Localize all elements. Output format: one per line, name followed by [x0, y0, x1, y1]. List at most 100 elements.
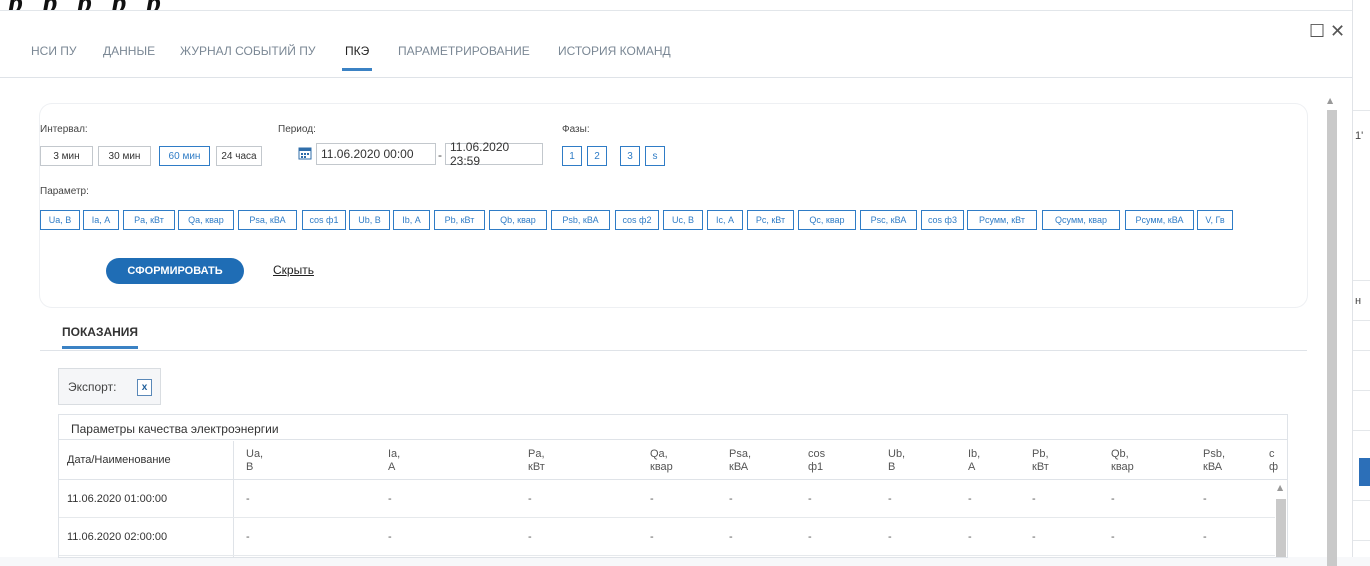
- interval-3min-button[interactable]: 3 мин: [40, 146, 93, 166]
- table-cell: -: [388, 493, 392, 505]
- table-cell: -: [528, 531, 532, 543]
- excel-export-icon[interactable]: x: [137, 379, 152, 396]
- table-cell: -: [1111, 531, 1115, 543]
- param-button[interactable]: cos ф3: [921, 210, 964, 230]
- calendar-icon[interactable]: [298, 146, 312, 160]
- interval-30min-button[interactable]: 30 мин: [98, 146, 151, 166]
- background-highlight: [1359, 458, 1370, 486]
- phase-3-button[interactable]: 3: [620, 146, 640, 166]
- table-cell: -: [1111, 493, 1115, 505]
- background-page-header: р р р р р: [0, 0, 1370, 10]
- column-header[interactable]: cф: [1269, 441, 1279, 480]
- column-header[interactable]: Ua, В: [246, 441, 346, 480]
- background-right-strip: 1' н: [1352, 0, 1370, 557]
- grid-scroll-thumb[interactable]: [1276, 499, 1286, 557]
- tab-command-history[interactable]: ИСТОРИЯ КОМАНД: [558, 44, 671, 58]
- tab-pke[interactable]: ПКЭ: [341, 44, 373, 71]
- column-header[interactable]: Psb, кВА: [1203, 441, 1263, 480]
- table-cell: -: [1032, 493, 1036, 505]
- scroll-thumb[interactable]: [1327, 110, 1337, 566]
- table-cell: -: [888, 493, 892, 505]
- column-header[interactable]: Qa, квар: [650, 441, 720, 480]
- param-button[interactable]: Qa, квар: [178, 210, 234, 230]
- table-row[interactable]: 11.06.2020 02:00:00 - - - - - - - - - - …: [59, 519, 1275, 556]
- table-cell: -: [968, 531, 972, 543]
- table-cell: -: [650, 493, 654, 505]
- export-panel: Экспорт: x: [58, 368, 161, 405]
- tab-parametrization[interactable]: ПАРАМЕТРИРОВАНИЕ: [398, 44, 530, 58]
- column-header[interactable]: cos ф1: [808, 441, 878, 480]
- generate-button[interactable]: СФОРМИРОВАТЬ: [106, 258, 244, 284]
- table-cell: -: [729, 493, 733, 505]
- interval-24h-button[interactable]: 24 часа: [216, 146, 262, 166]
- param-label: Параметр:: [40, 186, 89, 197]
- tab-data[interactable]: ДАННЫЕ: [103, 44, 155, 58]
- period-to-input[interactable]: 11.06.2020 23:59: [445, 140, 543, 168]
- param-button[interactable]: Pa, кВт: [123, 210, 175, 230]
- param-button[interactable]: Psb, кВА: [551, 210, 610, 230]
- param-button[interactable]: V, Гв: [1197, 210, 1233, 230]
- table-cell: -: [729, 531, 733, 543]
- table-cell: -: [246, 493, 250, 505]
- param-button[interactable]: Pсумм, кВА: [1125, 210, 1194, 230]
- column-header[interactable]: Ub, В: [888, 441, 958, 480]
- param-button[interactable]: Qc, квар: [798, 210, 856, 230]
- column-header[interactable]: Qb, квар: [1111, 441, 1181, 480]
- background-mark: н: [1355, 295, 1362, 307]
- param-button[interactable]: cos ф1: [302, 210, 346, 230]
- phases-label: Фазы:: [562, 124, 590, 135]
- param-button[interactable]: Pсумм, кВт: [967, 210, 1037, 230]
- table-cell: -: [968, 493, 972, 505]
- param-button[interactable]: Psa, кВА: [238, 210, 297, 230]
- param-button[interactable]: Ua, В: [40, 210, 80, 230]
- tab-bar: НСИ ПУ ДАННЫЕ ЖУРНАЛ СОБЫТИЙ ПУ ПКЭ ПАРА…: [0, 31, 1352, 78]
- tab-nsi-pu[interactable]: НСИ ПУ: [31, 44, 77, 58]
- column-header[interactable]: Psa, кВА: [729, 441, 799, 480]
- param-button[interactable]: Uc, В: [663, 210, 703, 230]
- column-header[interactable]: Ia, А: [388, 441, 488, 480]
- param-button[interactable]: Qb, квар: [489, 210, 547, 230]
- column-header[interactable]: Ib, А: [968, 441, 1038, 480]
- background-title-fragment: р р р р р: [8, 0, 167, 10]
- column-header[interactable]: Pb, кВт: [1032, 441, 1102, 480]
- grid-scrollbar[interactable]: ▲: [1275, 481, 1287, 557]
- table-cell: -: [246, 531, 250, 543]
- readings-tab-bar: ПОКАЗАНИЯ: [40, 321, 1307, 351]
- tab-readings[interactable]: ПОКАЗАНИЯ: [62, 325, 139, 349]
- pke-modal: ☐ ✕ НСИ ПУ ДАННЫЕ ЖУРНАЛ СОБЫТИЙ ПУ ПКЭ …: [0, 10, 1352, 566]
- scroll-up-icon[interactable]: ▲: [1327, 96, 1333, 105]
- row-date: 11.06.2020 02:00:00: [67, 531, 168, 543]
- param-button[interactable]: cos ф2: [615, 210, 659, 230]
- param-button[interactable]: Ib, А: [393, 210, 430, 230]
- param-button[interactable]: Ic, А: [707, 210, 743, 230]
- tab-event-log[interactable]: ЖУРНАЛ СОБЫТИЙ ПУ: [180, 44, 316, 58]
- grid-scroll-up-icon[interactable]: ▲: [1277, 483, 1283, 492]
- param-button[interactable]: Psc, кВА: [860, 210, 917, 230]
- param-button[interactable]: Ub, В: [349, 210, 390, 230]
- interval-label: Интервал:: [40, 124, 88, 135]
- param-button[interactable]: Ia, А: [83, 210, 119, 230]
- column-header[interactable]: Pa, кВт: [528, 441, 628, 480]
- table-cell: -: [528, 493, 532, 505]
- column-header[interactable]: Дата/Наименование: [59, 441, 233, 480]
- param-button[interactable]: Pb, кВт: [434, 210, 485, 230]
- readings-grid: Параметры качества электроэнергии Дата/Н…: [58, 414, 1288, 558]
- background-mark: 1': [1355, 130, 1364, 142]
- table-cell: -: [650, 531, 654, 543]
- table-cell: -: [1203, 493, 1207, 505]
- param-button[interactable]: Pc, кВт: [747, 210, 794, 230]
- phase-1-button[interactable]: 1: [562, 146, 582, 166]
- interval-60min-button[interactable]: 60 мин: [159, 146, 210, 166]
- table-cell: -: [888, 531, 892, 543]
- hide-filter-link[interactable]: Скрыть: [273, 263, 314, 277]
- param-button[interactable]: Qсумм, квар: [1042, 210, 1120, 230]
- modal-scrollbar[interactable]: ▲: [1325, 96, 1339, 566]
- phase-s-button[interactable]: s: [645, 146, 665, 166]
- table-cell: -: [808, 493, 812, 505]
- filter-panel: Интервал: 3 мин 30 мин 60 мин 24 часа Пе…: [40, 104, 1307, 307]
- grid-title: Параметры качества электроэнергии: [59, 415, 1287, 440]
- table-cell: -: [1203, 531, 1207, 543]
- table-row[interactable]: 11.06.2020 01:00:00 - - - - - - - - - - …: [59, 481, 1275, 518]
- phase-2-button[interactable]: 2: [587, 146, 607, 166]
- period-from-input[interactable]: 11.06.2020 00:00: [316, 143, 436, 165]
